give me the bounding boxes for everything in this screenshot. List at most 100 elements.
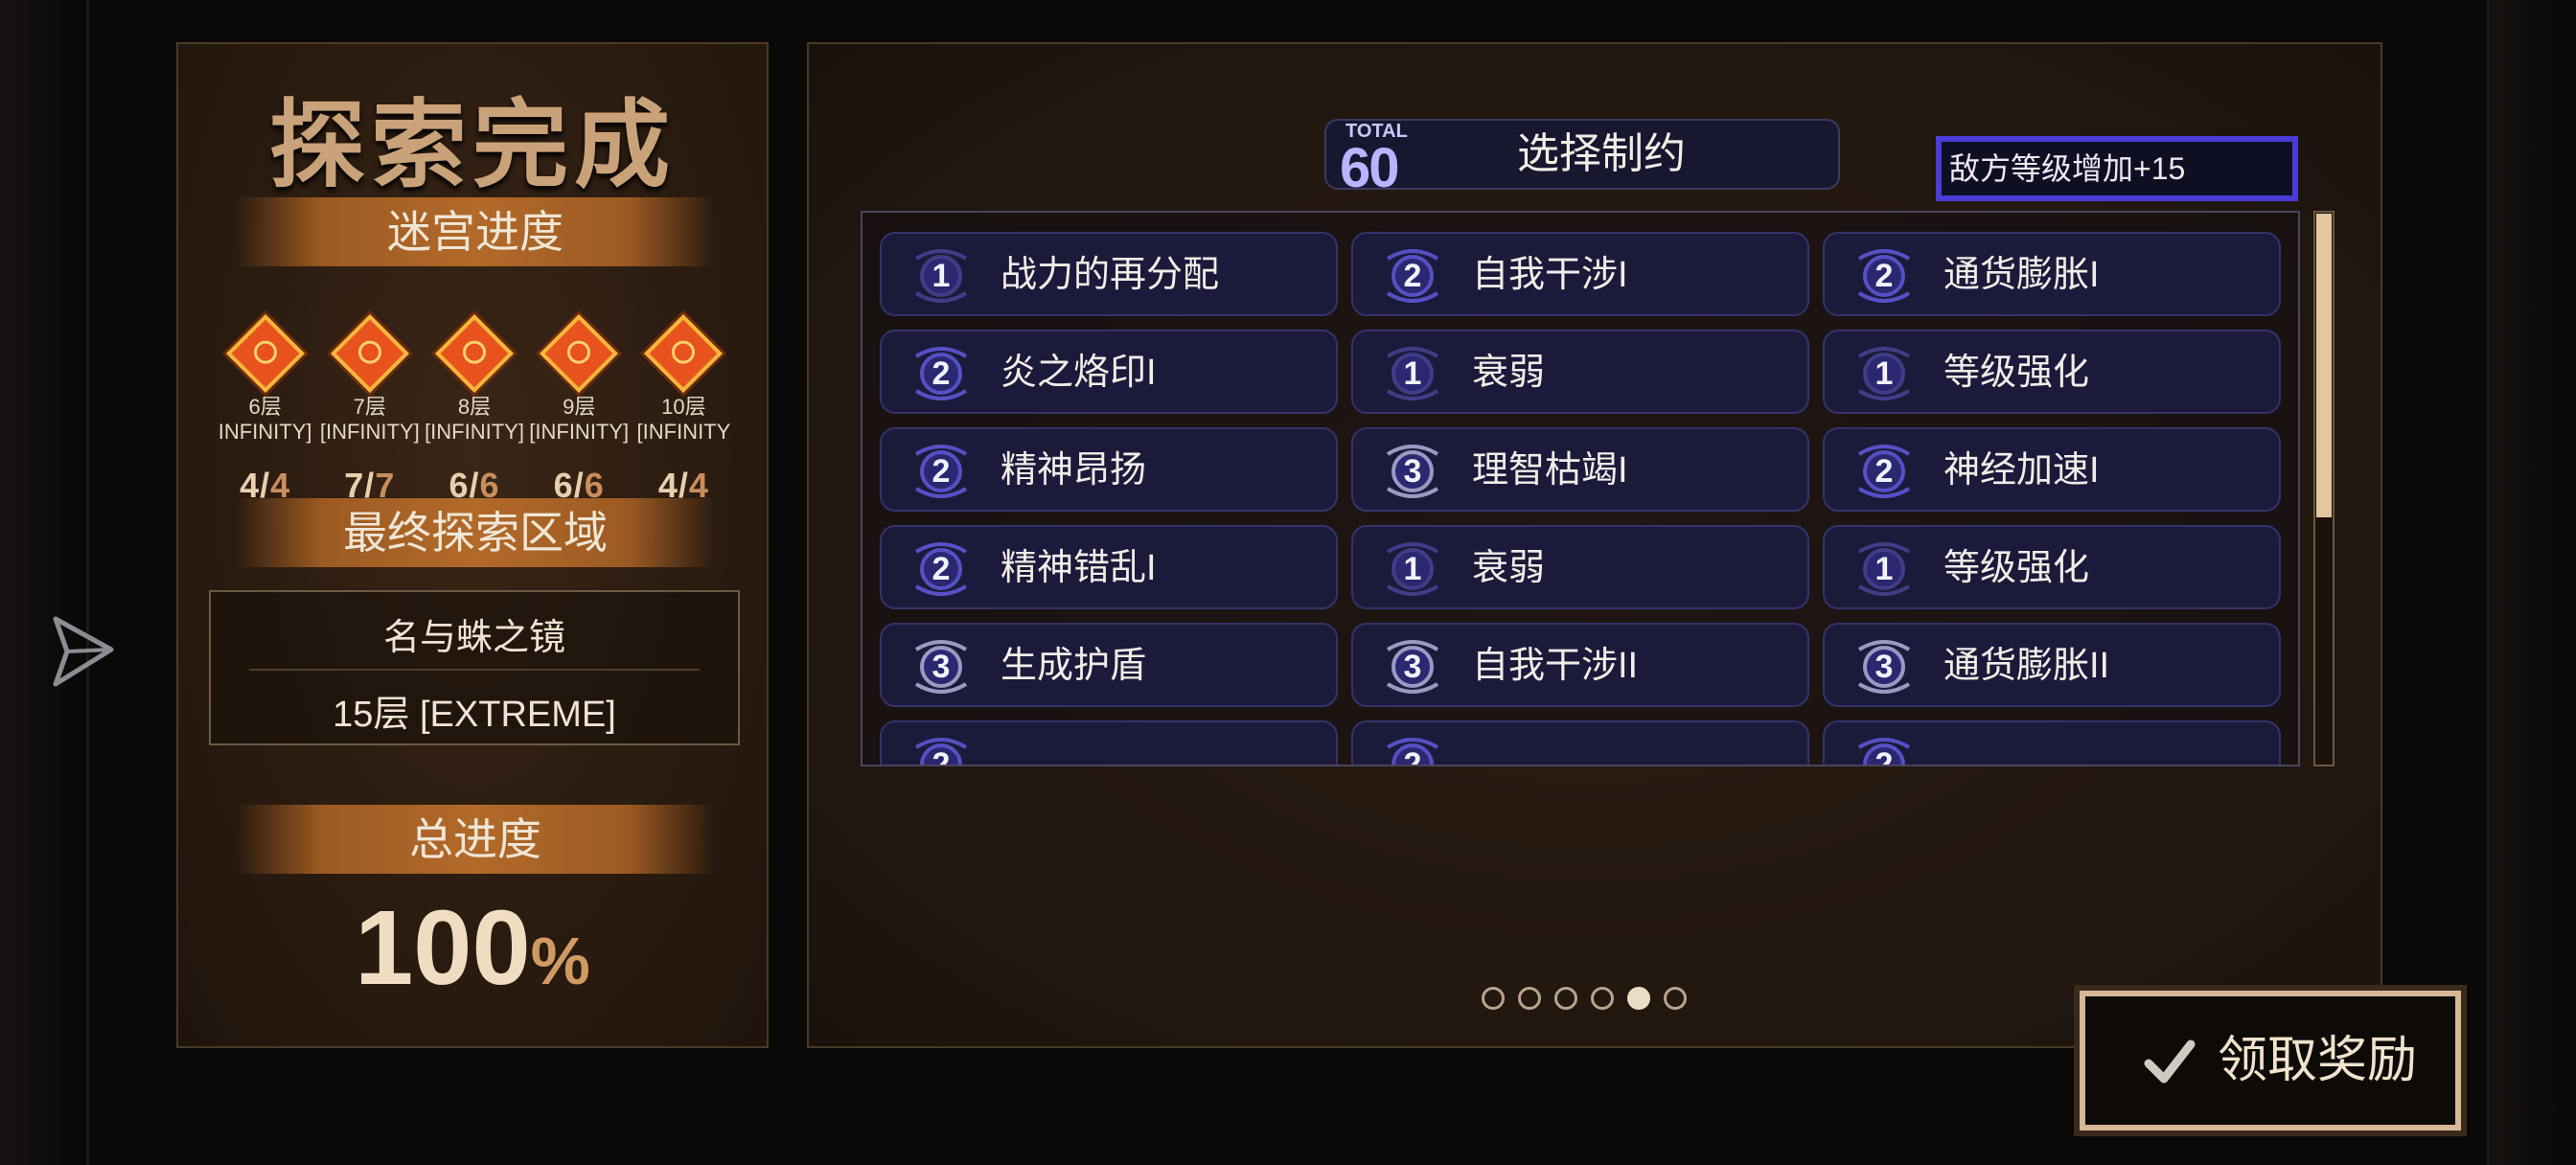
floor-label: 9层 xyxy=(563,395,596,419)
constraint-card[interactable]: 2 自我干涉I xyxy=(1351,232,1809,316)
constraint-level: 2 xyxy=(1403,258,1422,294)
constraint-label: 通货膨胀I xyxy=(1944,255,2100,295)
constraint-label: 等级强化 xyxy=(1944,548,2090,588)
progress-number: 100 xyxy=(355,889,531,1007)
constraint-label: 精神昂扬 xyxy=(1000,450,1147,491)
floor-difficulty: [INFINITY] xyxy=(529,420,630,444)
constraint-card[interactable]: 2 xyxy=(880,720,1338,766)
constraint-level: 2 xyxy=(932,746,951,766)
floor-diamond-icon xyxy=(330,313,409,394)
constraint-level: 1 xyxy=(1874,355,1894,392)
constraint-level: 2 xyxy=(1874,453,1894,490)
constraint-card[interactable]: 2 xyxy=(1823,720,2281,765)
select-constraint-title: 选择制约 xyxy=(1517,130,1686,177)
floor-diamond-icon xyxy=(434,313,515,394)
floor-progress-list: 6层 INFINITY] 4/4 7层 [INFINITY] 7/7 8层 [INFINITY… xyxy=(213,313,736,506)
floor-label: 8层 xyxy=(457,395,492,419)
constraint-level: 2 xyxy=(932,355,951,392)
constraint-grid[interactable]: 1 战力的再分配 2 自我干涉I 2 通货膨胀I 2 炎之烙印I 1 衰弱 1 等级强化 2 精神昂扬 3 理… xyxy=(861,211,2300,766)
constraint-level: 2 xyxy=(1403,746,1422,766)
floor-item: 7层 [INFINITY] 7/7 xyxy=(317,313,422,506)
frame-left-edge xyxy=(0,0,89,1165)
constraint-level: 3 xyxy=(932,649,951,685)
constraint-card[interactable]: 2 炎之烙印I xyxy=(880,330,1338,414)
constraint-label: 理智枯竭I xyxy=(1472,450,1628,491)
constraint-card[interactable]: 1 等级强化 xyxy=(1823,525,2281,609)
constraint-label: 战力的再分配 xyxy=(1000,255,1220,295)
constraint-label: 等级强化 xyxy=(1944,353,2090,393)
final-area-box: 名与蛛之镜 15层 [EXTREME] xyxy=(209,590,740,745)
page-dot[interactable] xyxy=(1627,987,1650,1010)
claim-reward-button[interactable]: 领取奖励 xyxy=(2080,991,2461,1131)
floor-difficulty: [INFINITY] xyxy=(319,420,420,444)
floor-difficulty: [INFINITY xyxy=(636,420,731,444)
checkmark-icon xyxy=(2144,1039,2196,1084)
floor-item: 6层 INFINITY] 4/4 xyxy=(213,313,317,506)
page-dot[interactable] xyxy=(1554,987,1577,1010)
final-area-banner: 最终探索区域 xyxy=(236,498,715,567)
floor-item: 8层 [INFINITY] 6/6 xyxy=(422,313,526,506)
constraint-card[interactable]: 2 通货膨胀I xyxy=(1823,232,2281,316)
constraint-label: 自我干涉II xyxy=(1472,646,1639,686)
constraint-label: 通货膨胀II xyxy=(1944,646,2110,686)
constraint-level: 3 xyxy=(1874,649,1894,685)
select-constraint-header: TOTAL 60 选择制约 xyxy=(1324,119,1840,199)
page-dot[interactable] xyxy=(1518,987,1541,1010)
page-dot[interactable] xyxy=(1664,987,1687,1010)
total-progress-banner: 总进度 xyxy=(236,805,715,874)
constraint-scrollbar[interactable] xyxy=(2313,211,2334,766)
maze-progress-banner: 迷宫进度 xyxy=(236,197,715,266)
claim-reward-label: 领取奖励 xyxy=(2218,1033,2418,1088)
page-dot[interactable] xyxy=(1482,987,1505,1010)
floor-item: 9层 [INFINITY] 6/6 xyxy=(527,313,632,506)
page-indicator xyxy=(1482,987,1687,1010)
constraint-card[interactable]: 3 理智枯竭I xyxy=(1351,427,1809,512)
floor-diamond-icon xyxy=(644,313,724,394)
floor-label: 6层 xyxy=(248,395,282,419)
constraint-level: 3 xyxy=(1403,453,1422,490)
floor-item: 10层 [INFINITY 4/4 xyxy=(632,313,736,506)
enemy-level-modifier[interactable]: 敌方等级增加+15 xyxy=(1936,136,2298,201)
constraint-card[interactable]: 3 自我干涉II xyxy=(1351,623,1809,707)
final-area-floor: 15层 [EXTREME] xyxy=(333,695,616,735)
floor-difficulty: INFINITY] xyxy=(218,420,312,444)
constraint-level: 1 xyxy=(1874,551,1894,587)
floor-label: 10层 xyxy=(661,395,706,419)
floor-label: 7层 xyxy=(353,395,386,419)
constraint-card[interactable]: 3 通货膨胀II xyxy=(1823,623,2281,707)
constraint-label: 精神错乱I xyxy=(1000,548,1157,588)
constraint-level: 1 xyxy=(1403,551,1422,587)
constraint-card[interactable]: 3 生成护盾 xyxy=(880,623,1338,707)
divider xyxy=(249,669,700,671)
constraint-card[interactable]: 1 战力的再分配 xyxy=(880,232,1338,316)
page-title: 探索完成 xyxy=(269,89,676,201)
share-icon[interactable] xyxy=(50,613,117,690)
exploration-summary-panel: 探索完成 迷宫进度 6层 INFINITY] 4/4 7层 [INFINITY] 7/7 8… xyxy=(176,42,769,1048)
constraint-card[interactable]: 2 精神昂扬 xyxy=(880,427,1338,512)
floor-difficulty: [INFINITY] xyxy=(425,420,524,444)
floor-diamond-icon xyxy=(225,313,305,394)
page-dot[interactable] xyxy=(1591,987,1614,1010)
floor-diamond-icon xyxy=(540,313,619,394)
constraint-card[interactable]: 1 衰弱 xyxy=(1351,525,1809,609)
progress-unit: % xyxy=(530,924,590,998)
constraint-panel: TOTAL 60 选择制约 敌方等级增加+15 1 战力的再分配 2 自我干涉I 2 通货… xyxy=(807,42,2382,1048)
constraint-level: 1 xyxy=(1403,355,1422,392)
constraint-card[interactable]: 2 xyxy=(1351,720,1809,766)
frame-right-edge xyxy=(2487,0,2576,1165)
constraint-card[interactable]: 2 神经加速I xyxy=(1823,427,2281,512)
constraint-level: 2 xyxy=(932,551,951,587)
constraint-label: 生成护盾 xyxy=(1000,646,1147,686)
constraint-label: 炎之烙印I xyxy=(1000,353,1157,393)
constraint-card[interactable]: 1 衰弱 xyxy=(1351,330,1809,414)
total-progress-value: 100% xyxy=(178,887,767,1009)
constraint-label: 衰弱 xyxy=(1472,353,1546,393)
constraint-card[interactable]: 2 精神错乱I xyxy=(880,525,1338,609)
constraint-level: 2 xyxy=(932,453,951,490)
constraint-label: 神经加速I xyxy=(1944,450,2100,491)
constraint-card[interactable]: 1 等级强化 xyxy=(1823,330,2281,414)
scroll-thumb[interactable] xyxy=(2316,214,2332,517)
final-area-name: 名与蛛之镜 xyxy=(382,618,565,658)
constraint-label: 自我干涉I xyxy=(1472,255,1628,295)
constraint-level: 1 xyxy=(932,258,951,294)
